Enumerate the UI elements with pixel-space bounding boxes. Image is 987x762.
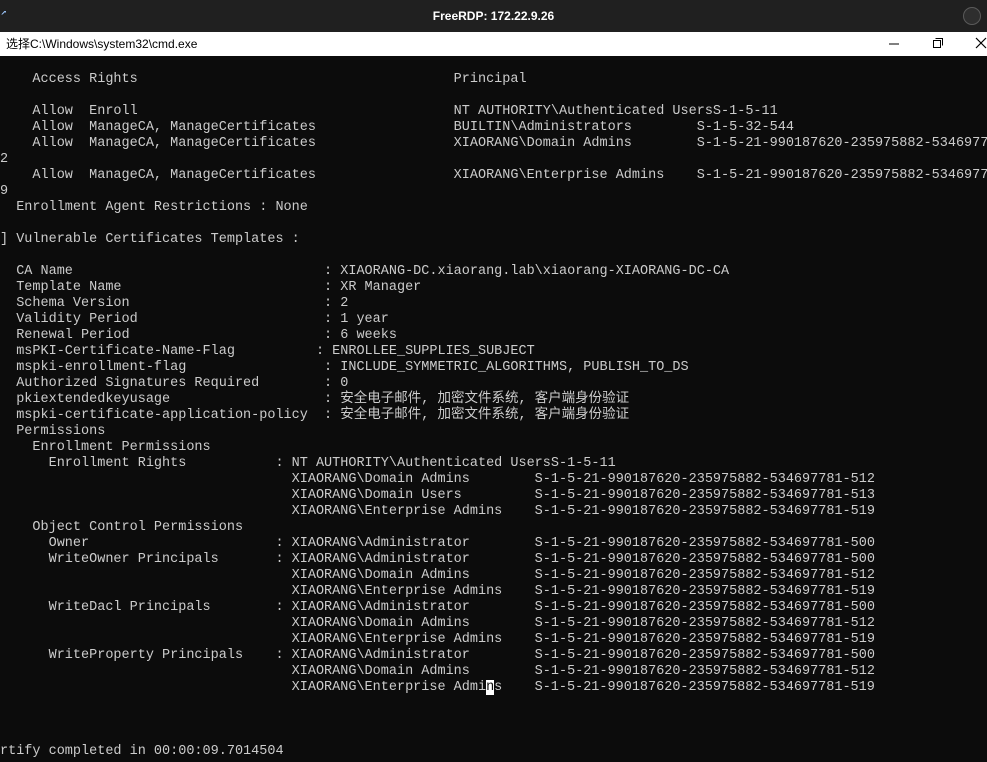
console-line: XIAORANG\Enterprise Admins S-1-5-21-9901…: [0, 504, 875, 519]
close-icon: [975, 37, 987, 49]
cmd-window-title: 选择C:\Windows\system32\cmd.exe: [6, 37, 198, 51]
console-line: Enrollment Rights : NT AUTHORITY\Authent…: [0, 456, 616, 471]
console-line: Permissions: [0, 424, 106, 439]
restore-icon: [933, 38, 943, 48]
console-line: Allow ManageCA, ManageCertificates XIAOR…: [0, 168, 987, 183]
console-line: Allow ManageCA, ManageCertificates XIAOR…: [0, 136, 987, 151]
console-line: WriteProperty Principals : XIAORANG\Admi…: [0, 648, 875, 663]
console-line: XIAORANG\Enterprise Admins S-1-5-21-9901…: [0, 680, 875, 695]
console-line: Owner : XIAORANG\Administrator S-1-5-21-…: [0, 536, 875, 551]
console-line: XIAORANG\Domain Users S-1-5-21-990187620…: [0, 488, 875, 503]
console-line: XIAORANG\Enterprise Admins S-1-5-21-9901…: [0, 632, 875, 647]
console-output[interactable]: Access Rights Principal Allow Enroll NT …: [0, 56, 987, 762]
console-line: Object Control Permissions: [0, 520, 244, 535]
cmd-titlebar: 选择C:\Windows\system32\cmd.exe: [0, 32, 987, 56]
console-line: mspki-certificate-application-policy : 安…: [0, 408, 630, 423]
rdp-window-button[interactable]: [963, 7, 981, 25]
console-line: 9: [0, 184, 9, 199]
console-line: XIAORANG\Domain Admins S-1-5-21-99018762…: [0, 664, 875, 679]
console-line: XIAORANG\Domain Admins S-1-5-21-99018762…: [0, 472, 875, 487]
console-line: 2: [0, 152, 9, 167]
text-cursor: n: [486, 680, 495, 695]
console-line: rtify completed in 00:00:09.7014504: [0, 744, 284, 759]
minimize-button[interactable]: [875, 32, 919, 56]
console-line: Authorized Signatures Required : 0: [0, 376, 349, 391]
console-line: pkiextendedkeyusage : 安全电子邮件, 加密文件系统, 客户…: [0, 392, 630, 407]
minimize-icon: [889, 43, 899, 45]
console-line: CA Name : XIAORANG-DC.xiaorang.lab\xiaor…: [0, 264, 730, 279]
console-line: Enrollment Agent Restrictions : None: [0, 200, 308, 215]
console-line: XIAORANG\Domain Admins S-1-5-21-99018762…: [0, 616, 875, 631]
console-line: WriteDacl Principals : XIAORANG\Administ…: [0, 600, 875, 615]
console-line: WriteOwner Principals : XIAORANG\Adminis…: [0, 552, 875, 567]
console-line: Template Name : XR Manager: [0, 280, 422, 295]
console-lines: Access Rights Principal Allow Enroll NT …: [0, 72, 987, 760]
console-line: Validity Period : 1 year: [0, 312, 389, 327]
console-line: Enrollment Permissions: [0, 440, 211, 455]
console-line: Schema Version : 2: [0, 296, 349, 311]
console-line: Access Rights Principal: [0, 72, 527, 87]
console-line: msPKI-Certificate-Name-Flag : ENROLLEE_S…: [0, 344, 535, 359]
console-line: Renewal Period : 6 weeks: [0, 328, 397, 343]
restore-button[interactable]: [915, 32, 959, 56]
rdp-window-title: FreeRDP: 172.22.9.26: [432, 9, 555, 23]
console-line: Allow ManageCA, ManageCertificates BUILT…: [0, 120, 794, 135]
rdp-titlebar: ^ FreeRDP: 172.22.9.26: [0, 0, 987, 32]
console-line: XIAORANG\Domain Admins S-1-5-21-99018762…: [0, 568, 875, 583]
console-line: mspki-enrollment-flag : INCLUDE_SYMMETRI…: [0, 360, 689, 375]
console-line: XIAORANG\Enterprise Admins S-1-5-21-9901…: [0, 584, 875, 599]
close-button[interactable]: [955, 32, 987, 56]
console-line: Allow Enroll NT AUTHORITY\Authenticated …: [0, 104, 778, 119]
console-line: ] Vulnerable Certificates Templates :: [0, 232, 300, 247]
